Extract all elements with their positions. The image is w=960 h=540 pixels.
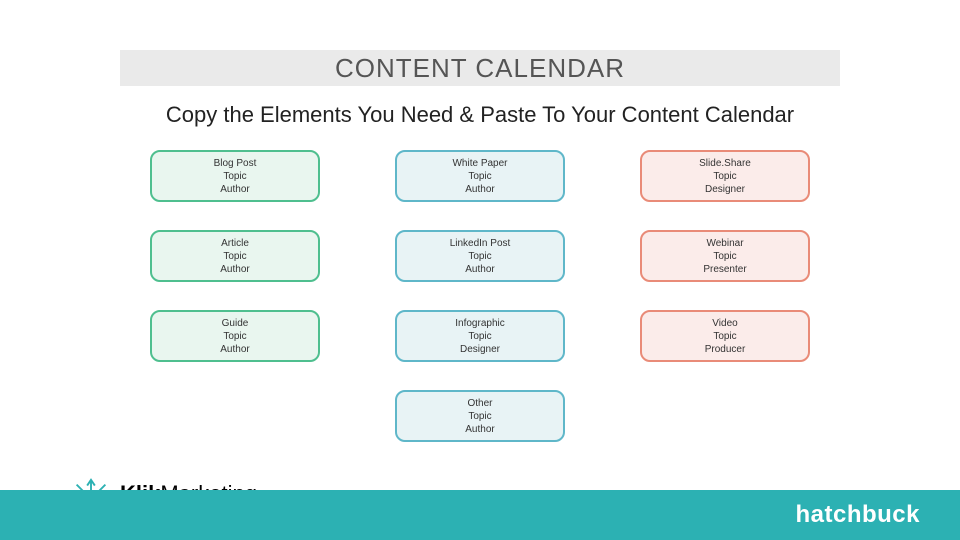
card-owner: Presenter: [703, 263, 746, 276]
card-grid: Blog Post Topic Author White Paper Topic…: [150, 150, 810, 442]
page-subtitle: Copy the Elements You Need & Paste To Yo…: [0, 102, 960, 128]
card-owner: Author: [220, 343, 249, 356]
page-title: CONTENT CALENDAR: [335, 53, 625, 84]
card-white-paper[interactable]: White Paper Topic Author: [395, 150, 565, 202]
card-owner: Author: [465, 423, 494, 436]
card-title: Webinar: [706, 237, 743, 250]
card-field: Topic: [468, 250, 491, 263]
card-field: Topic: [713, 250, 736, 263]
card-field: Topic: [468, 330, 491, 343]
grid-row: Guide Topic Author Infographic Topic Des…: [150, 310, 810, 362]
card-article[interactable]: Article Topic Author: [150, 230, 320, 282]
card-linkedin-post[interactable]: LinkedIn Post Topic Author: [395, 230, 565, 282]
card-video[interactable]: Video Topic Producer: [640, 310, 810, 362]
grid-row: Article Topic Author LinkedIn Post Topic…: [150, 230, 810, 282]
card-owner: Author: [220, 183, 249, 196]
card-title: LinkedIn Post: [450, 237, 511, 250]
card-title: Article: [221, 237, 249, 250]
card-infographic[interactable]: Infographic Topic Designer: [395, 310, 565, 362]
card-title: Slide.Share: [699, 157, 751, 170]
card-title: Guide: [222, 317, 249, 330]
card-title: Blog Post: [214, 157, 257, 170]
card-field: Topic: [223, 330, 246, 343]
card-field: Topic: [468, 170, 491, 183]
card-guide[interactable]: Guide Topic Author: [150, 310, 320, 362]
card-slideshare[interactable]: Slide.Share Topic Designer: [640, 150, 810, 202]
card-field: Topic: [713, 170, 736, 183]
slide: CONTENT CALENDAR Copy the Elements You N…: [0, 0, 960, 540]
grid-row: Blog Post Topic Author White Paper Topic…: [150, 150, 810, 202]
grid-row: Other Topic Author: [150, 390, 810, 442]
title-bar: CONTENT CALENDAR: [120, 50, 840, 86]
card-title: Other: [467, 397, 492, 410]
card-owner: Author: [465, 183, 494, 196]
card-field: Topic: [468, 410, 491, 423]
card-webinar[interactable]: Webinar Topic Presenter: [640, 230, 810, 282]
card-owner: Producer: [705, 343, 746, 356]
card-blog-post[interactable]: Blog Post Topic Author: [150, 150, 320, 202]
footer-brand: hatchbuck: [795, 501, 920, 529]
card-other[interactable]: Other Topic Author: [395, 390, 565, 442]
card-title: Infographic: [455, 317, 504, 330]
card-field: Topic: [713, 330, 736, 343]
card-title: Video: [712, 317, 737, 330]
card-title: White Paper: [452, 157, 507, 170]
card-owner: Designer: [705, 183, 745, 196]
card-field: Topic: [223, 170, 246, 183]
card-owner: Author: [220, 263, 249, 276]
footer-bar: hatchbuck: [0, 490, 960, 540]
card-field: Topic: [223, 250, 246, 263]
card-owner: Designer: [460, 343, 500, 356]
card-owner: Author: [465, 263, 494, 276]
